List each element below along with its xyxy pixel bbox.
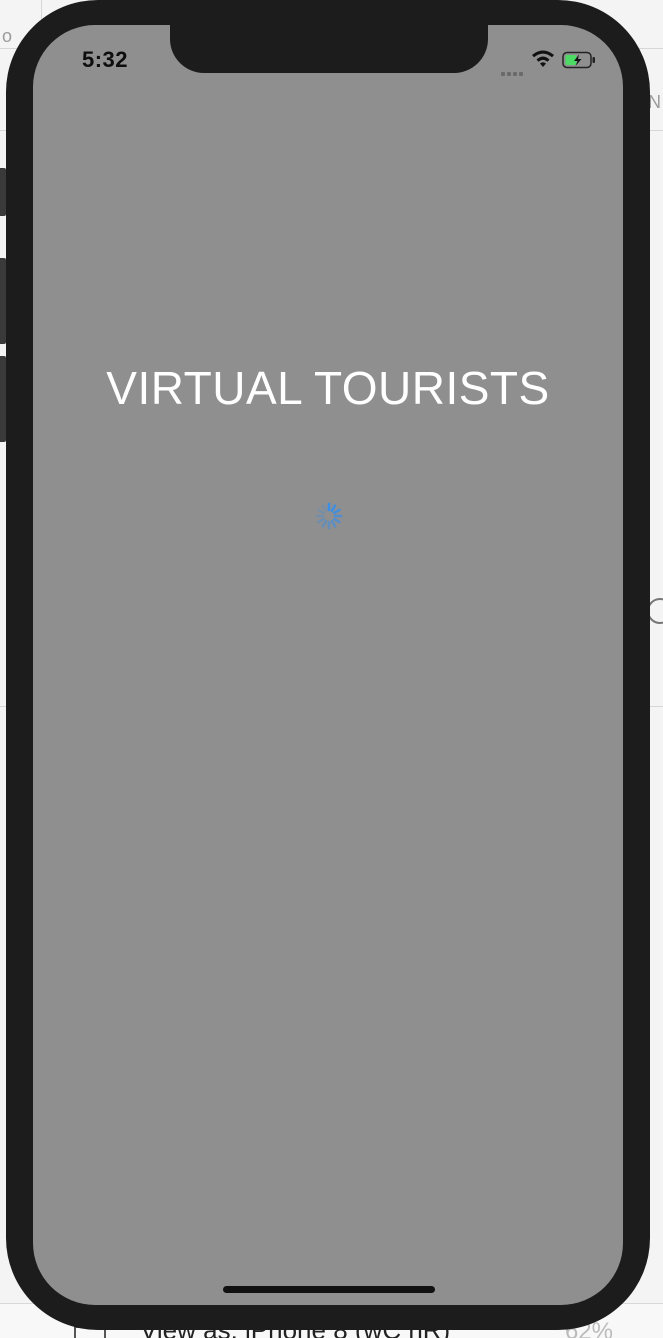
activity-indicator-icon bbox=[315, 502, 343, 530]
phone-frame: 5:32 VIRTUAL TOURISTS bbox=[6, 0, 650, 1330]
app-screen: 5:32 VIRTUAL TOURISTS bbox=[33, 25, 623, 1305]
status-time: 5:32 bbox=[82, 47, 129, 72]
cellular-signal-icon bbox=[501, 63, 525, 76]
wifi-icon bbox=[532, 50, 554, 67]
device-notch bbox=[170, 25, 488, 73]
app-title: VIRTUAL TOURISTS bbox=[106, 362, 550, 414]
battery-charging-icon bbox=[562, 51, 595, 69]
home-indicator[interactable] bbox=[223, 1286, 435, 1293]
simulator-stage: o N View as: iPhone 8 (wC hR) 62% 5:32 bbox=[0, 0, 663, 1338]
xcode-text-fragment: o bbox=[2, 26, 13, 46]
